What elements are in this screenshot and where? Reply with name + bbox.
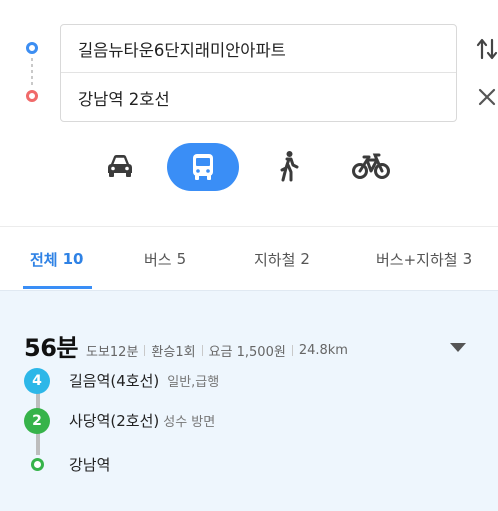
stop-item: 강남역 [69, 454, 110, 475]
expand-button[interactable] [449, 338, 467, 352]
tab-label: 버스 [144, 250, 172, 269]
distance: 24.8km [298, 343, 348, 358]
tab-count: 5 [176, 250, 187, 268]
triangle-down-icon [450, 343, 466, 352]
divider [144, 345, 146, 356]
route-result-card[interactable] [0, 290, 498, 511]
route-type-tabs: 전체 10 버스 5 지하철 2 버스+지하철 3 [0, 226, 498, 290]
tab-count: 10 [62, 250, 84, 268]
tab-bus[interactable]: 버스 5 [144, 227, 186, 291]
swap-vertical-icon [476, 38, 498, 60]
origin-marker-icon [26, 42, 38, 54]
car-mode-button[interactable] [97, 143, 143, 189]
stop-detail: 성수 방면 [163, 415, 216, 430]
origin-input-value: 길음뉴타운6단지래미안아파트 [78, 40, 286, 60]
bike-mode-button[interactable] [348, 143, 394, 189]
bus-mode-button[interactable] [167, 143, 239, 191]
tab-all[interactable]: 전체 10 [30, 227, 83, 291]
stop-item: 사당역(2호선) 성수 방면 [69, 410, 215, 431]
line-2-badge: 2 [24, 408, 50, 434]
close-icon [478, 88, 496, 106]
search-panel: 길음뉴타운6단지래미안아파트 강남역 2호선 [0, 0, 498, 226]
walk-icon [280, 151, 299, 182]
stop-name: 강남역 [69, 456, 111, 474]
stop-detail: 일반,급행 [167, 375, 220, 390]
divider [291, 345, 293, 356]
swap-button[interactable] [475, 36, 498, 62]
tab-subway[interactable]: 지하철 2 [254, 227, 310, 291]
walk-time: 도보12분 [85, 345, 139, 360]
route-summary: 56분 도보12분 환승1회 요금 1,500원 24.8km [24, 328, 348, 363]
destination-marker-icon [26, 90, 38, 102]
transfer-count: 환승1회 [151, 345, 196, 360]
walk-mode-button[interactable] [265, 143, 311, 189]
divider [201, 345, 203, 356]
line-4-badge: 4 [24, 368, 50, 394]
bus-icon [193, 154, 213, 180]
destination-input-value: 강남역 2호선 [78, 90, 170, 109]
clear-button[interactable] [477, 87, 497, 107]
route-connector [31, 58, 33, 86]
origin-input[interactable]: 길음뉴타운6단지래미안아파트 [61, 25, 456, 73]
fare: 요금 1,500원 [208, 345, 286, 360]
car-icon [108, 155, 132, 177]
bicycle-icon [352, 153, 390, 179]
route-duration: 56분 [24, 334, 78, 362]
destination-input[interactable]: 강남역 2호선 [61, 74, 456, 122]
tab-bus-subway[interactable]: 버스+지하철 3 [376, 227, 472, 291]
active-tab-indicator [23, 286, 92, 289]
tab-count: 3 [462, 250, 473, 268]
tab-label: 버스+지하철 [376, 250, 458, 269]
destination-stop-icon [31, 458, 44, 471]
tab-count: 2 [300, 250, 310, 268]
tab-label: 전체 [30, 250, 58, 269]
route-input-box: 길음뉴타운6단지래미안아파트 강남역 2호선 [60, 24, 457, 122]
route-meta: 도보12분 환승1회 요금 1,500원 24.8km [86, 341, 348, 360]
stop-name: 사당역(2호선) [69, 412, 160, 430]
tab-label: 지하철 [254, 250, 296, 269]
stop-item: 길음역(4호선) 일반,급행 [69, 370, 219, 391]
stop-name: 길음역(4호선) [69, 372, 160, 390]
